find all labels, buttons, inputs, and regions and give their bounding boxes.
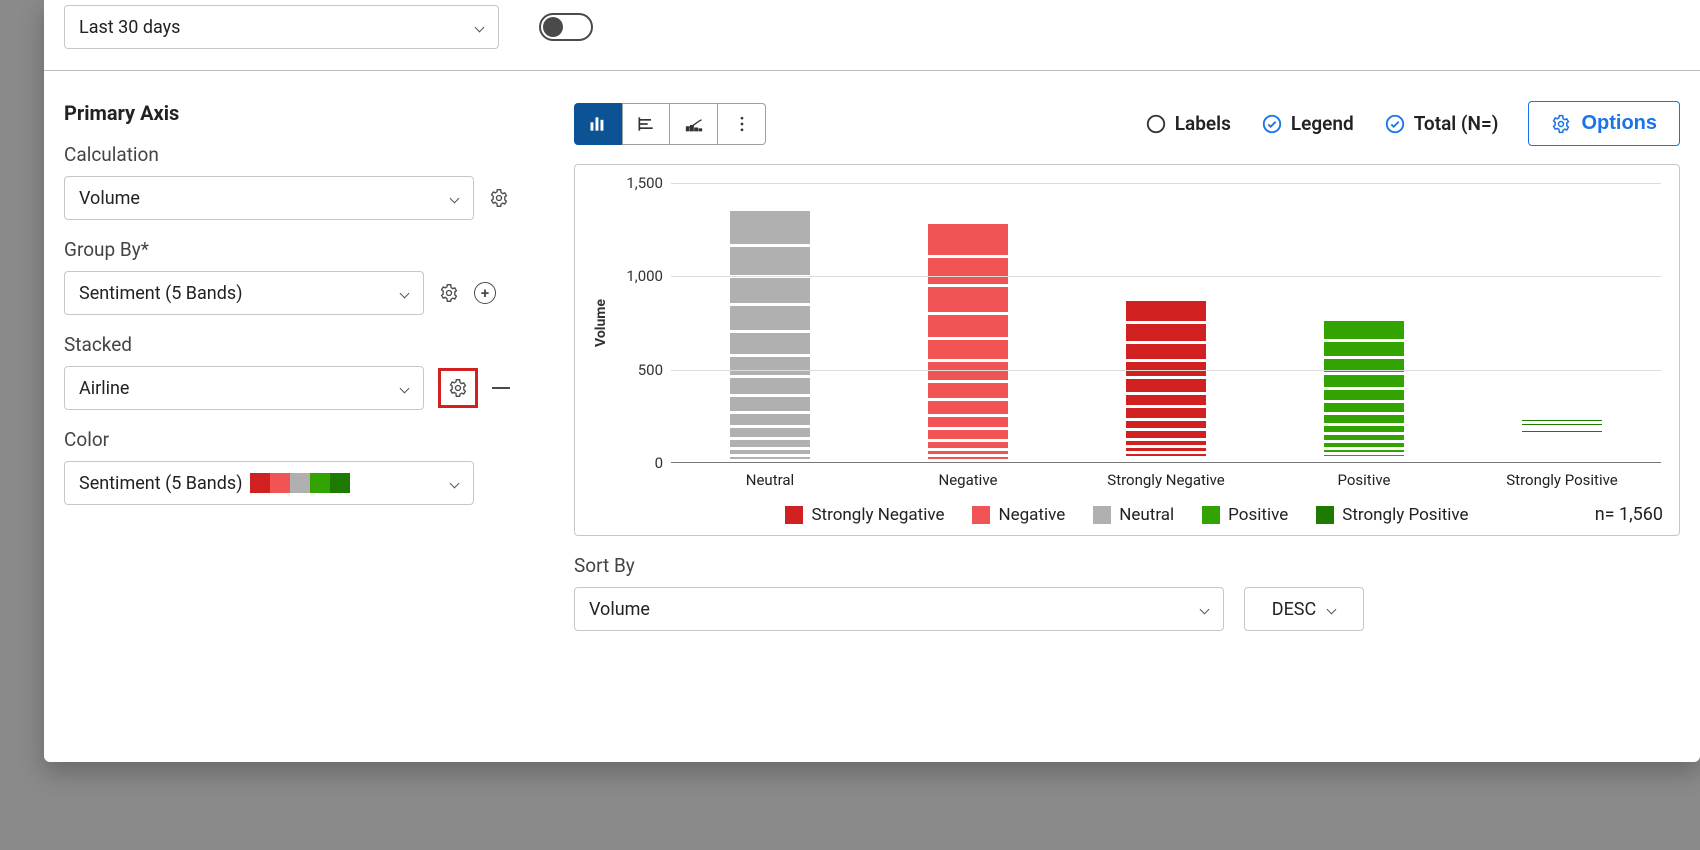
app-window: Last 30 days Primary Axis Calculation Vo… [44,0,1700,762]
main-panel: Labels Legend Total (N=) Options [574,101,1680,631]
total-toggle-label: Total (N=) [1414,112,1499,135]
chevron-down-icon [449,193,459,203]
legend-toggle[interactable]: Legend [1261,112,1354,135]
group-by-value: Sentiment (5 Bands) [79,283,242,304]
stacked-label: Stacked [64,333,534,356]
chevron-down-icon [449,478,459,488]
remove-stacked-button[interactable] [492,387,510,389]
pareto-chart-button[interactable] [670,103,718,145]
sort-direction-value: DESC [1272,599,1316,620]
chart-bars [671,183,1661,463]
group-by-select[interactable]: Sentiment (5 Bands) [64,271,424,315]
sort-by-label: Sort By [574,554,1680,577]
chart-legend: Strongly NegativeNegativeNeutralPositive… [593,505,1661,525]
sidebar: Primary Axis Calculation Volume Group By… [64,101,534,631]
chart-y-label: Volume [593,183,615,463]
color-label: Color [64,428,534,451]
chart-y-ticks: 05001,0001,500 [615,183,671,463]
labels-toggle[interactable]: Labels [1145,112,1231,135]
group-by-settings-button[interactable] [438,282,460,304]
date-range-select[interactable]: Last 30 days [64,5,499,49]
calculation-settings-button[interactable] [488,187,510,209]
chart-n-label: n= 1,560 [1595,504,1663,525]
stacked-value: Airline [79,378,129,399]
chart-toolbar: Labels Legend Total (N=) Options [574,101,1680,146]
labels-toggle-label: Labels [1175,112,1231,135]
options-button-label: Options [1581,112,1657,135]
sort-by-value: Volume [589,599,650,620]
color-swatches [250,473,350,493]
more-chart-types-button[interactable] [718,103,766,145]
legend-toggle-label: Legend [1291,112,1354,135]
sort-by-select[interactable]: Volume [574,587,1224,631]
chevron-down-icon [474,22,484,32]
chevron-down-icon [399,288,409,298]
group-by-label: Group By* [64,238,534,261]
add-group-by-button[interactable]: + [474,282,496,304]
stacked-settings-button[interactable] [447,377,469,399]
chevron-down-icon [1199,604,1209,614]
horizontal-bar-button[interactable] [622,103,670,145]
topbar: Last 30 days [44,0,1700,54]
calculation-label: Calculation [64,143,534,166]
date-range-value: Last 30 days [79,17,180,38]
bar-chart-button[interactable] [574,103,622,145]
total-toggle[interactable]: Total (N=) [1384,112,1499,135]
chart-panel: Volume 05001,0001,500 NeutralNegativeStr… [574,164,1680,536]
color-select[interactable]: Sentiment (5 Bands) [64,461,474,505]
primary-axis-title: Primary Axis [64,101,534,125]
chevron-down-icon [399,383,409,393]
sort-direction-select[interactable]: DESC [1244,587,1364,631]
chart-plot-area [671,183,1661,463]
sort-row: Sort By Volume DESC [574,554,1680,631]
calculation-value: Volume [79,188,140,209]
stacked-select[interactable]: Airline [64,366,424,410]
options-button[interactable]: Options [1528,101,1680,146]
chart-type-segmented [574,103,766,145]
calculation-select[interactable]: Volume [64,176,474,220]
stacked-settings-highlight [438,368,478,408]
compare-toggle[interactable] [539,13,593,41]
chevron-down-icon [1326,604,1336,614]
color-value: Sentiment (5 Bands) [79,473,242,494]
chart-x-labels: NeutralNegativeStrongly NegativePositive… [671,471,1661,489]
